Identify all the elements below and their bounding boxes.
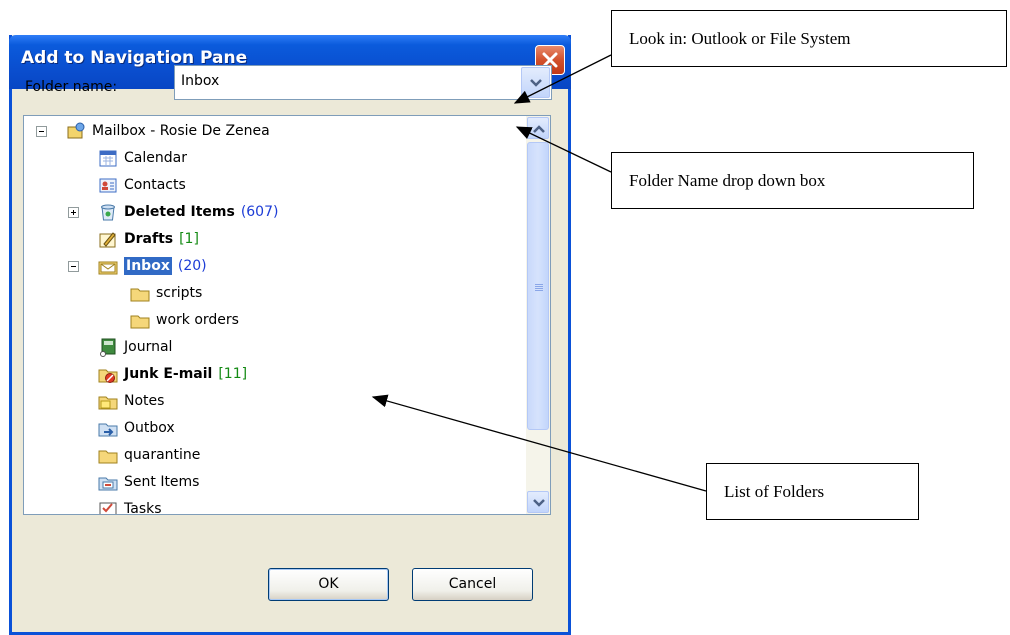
arrow-look-in — [513, 54, 612, 104]
callout-arrows — [371, 54, 707, 492]
arrow-list-of-folders — [371, 394, 707, 492]
arrow-folder-name — [515, 126, 612, 173]
